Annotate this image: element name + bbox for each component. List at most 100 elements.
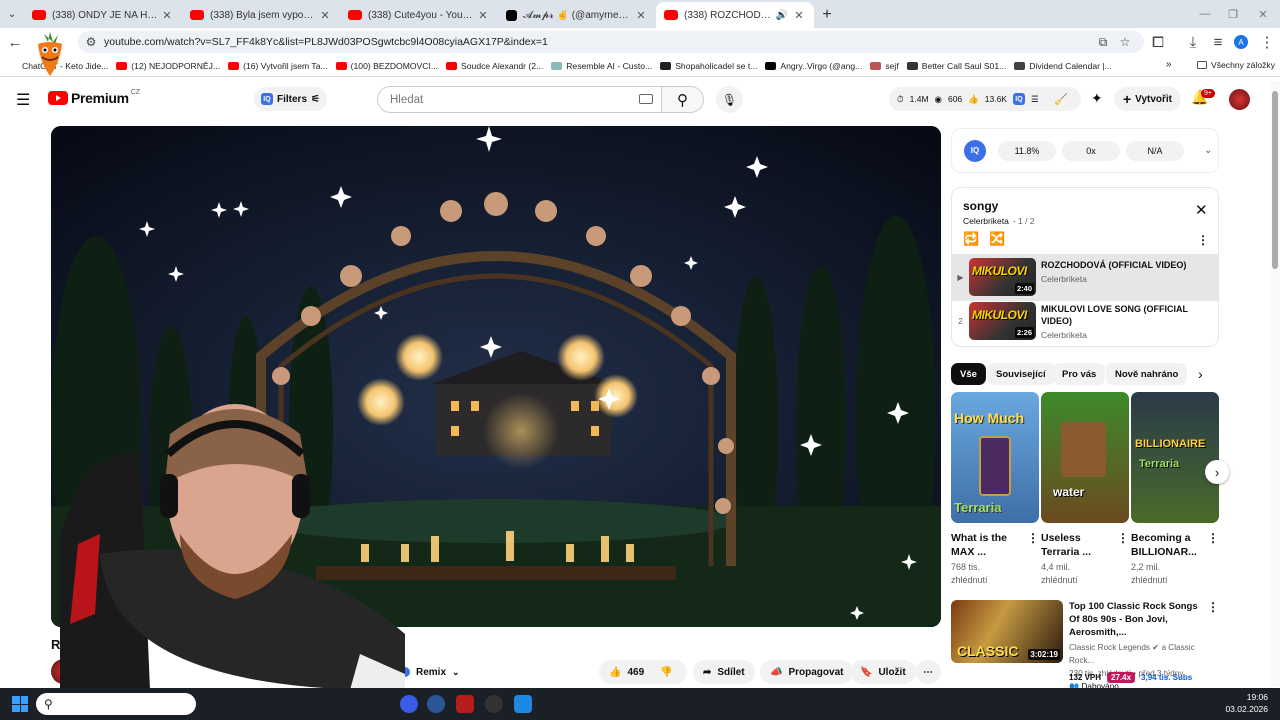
extensions-icon[interactable]: ⧠ [1145, 29, 1171, 55]
create-button[interactable]: + Vytvořit [1114, 87, 1181, 111]
app-icon-editor[interactable] [514, 695, 532, 713]
bookmark-item[interactable]: Soudce Alexandr (2... [446, 61, 543, 71]
chevron-down-icon[interactable]: ⌄ [1204, 145, 1212, 156]
bookmark-item[interactable]: (100) BEZDOMOVCI... [335, 61, 438, 71]
more-vertical-icon[interactable]: ⋮ [1027, 531, 1039, 545]
hamburger-menu-icon[interactable]: ☰ [16, 90, 30, 110]
youtube-play-logo-icon [48, 91, 68, 105]
more-bookmarks-icon[interactable]: » [1166, 59, 1172, 70]
search-input[interactable]: Hledat [377, 86, 662, 113]
close-window-icon[interactable]: ✕ [1246, 0, 1280, 28]
like-dislike-button[interactable]: 👍 469 👎 [599, 660, 687, 684]
bookmark-item[interactable]: Shopaholicadel se t... [660, 61, 757, 71]
chevron-down-icon[interactable]: ⌄ [452, 667, 460, 678]
iq-na: N/A [1126, 140, 1184, 161]
more-vertical-icon[interactable]: ⋮ [1117, 531, 1129, 545]
windows-start-icon[interactable] [12, 696, 28, 712]
bookmark-item[interactable]: (16) Vytvořil jsem Ta... [228, 61, 328, 71]
chip-all[interactable]: Vše [951, 363, 986, 385]
iq-logo-icon[interactable]: IQ [964, 139, 986, 162]
app-icon-chrome[interactable] [485, 695, 503, 713]
tab-search-chevron-icon[interactable]: ⌄ [0, 0, 24, 28]
new-tab-button[interactable]: + [814, 2, 840, 28]
downloads-icon[interactable]: ⤓ [1180, 29, 1206, 55]
restore-icon[interactable]: ❐ [1216, 0, 1250, 28]
playlist-item[interactable]: ▶ MIKULOVI 2:40 ROZCHODOVÁ (OFFICIAL VID… [952, 254, 1218, 301]
chip-related[interactable]: Související [987, 363, 1055, 385]
bookmark-item[interactable]: Resemble AI - Custo... [551, 61, 652, 71]
more-actions-button[interactable]: ⋯ [915, 660, 941, 684]
bookmark-item[interactable]: Angry..Virgo (@ang... [765, 61, 862, 71]
browser-tab-2[interactable]: (338) Byla jsem vypovídat na p ✕ [182, 2, 340, 28]
close-icon[interactable]: ✕ [1195, 201, 1208, 219]
short-card[interactable]: water Useless Terraria ... ⋮ 4,4 mil. zhl… [1041, 392, 1129, 587]
youtube-favicon-icon [116, 62, 128, 70]
remix-button[interactable]: Remix ⌄ [396, 660, 464, 684]
more-vertical-icon[interactable]: ⋮ [1207, 531, 1219, 545]
bookmark-item[interactable]: Better Call Saul S01... [906, 61, 1006, 71]
browser-tab-5-active[interactable]: (338) ROZCHODOVÁ (OFFIC 🔊 ✕ [656, 2, 814, 28]
save-button[interactable]: 🔖 Uložit [850, 660, 916, 684]
site-info-icon[interactable]: ⚙ [80, 31, 102, 53]
loop-icon[interactable]: 🔁 [963, 231, 979, 247]
keyboard-icon[interactable] [639, 94, 653, 104]
chip-for-you[interactable]: Pro vás [1053, 363, 1106, 385]
browser-tab-1[interactable]: (338) ONDY JE NA HLAVU? STA ✕ [24, 2, 182, 28]
tab-close-icon[interactable]: ✕ [634, 9, 648, 22]
browser-tab-4[interactable]: 𝓐𝓶𝓹𝓻 ✌ (@amyrnewaccout) ✕ [498, 2, 656, 28]
browser-tab-3[interactable]: (338) Cute4you - YouTube ✕ [340, 2, 498, 28]
tab-close-icon[interactable]: ✕ [476, 9, 490, 22]
profile-avatar-icon[interactable]: A [1234, 35, 1248, 49]
tab-title: (338) ROZCHODOVÁ (OFFIC [684, 9, 776, 21]
shuffle-icon[interactable]: 🔀 [989, 231, 1005, 247]
youtube-header: ☰ Premium CZ IQ Filters ⚟ Hledat ⚲ 🎙 ⏱ 1.… [0, 81, 1270, 119]
back-arrow-icon[interactable]: ← [2, 29, 28, 55]
short-card[interactable]: BILLIONAIRE Terraria Becoming a BILLIONA… [1131, 392, 1219, 587]
bookmark-item[interactable]: sejf [870, 61, 899, 71]
app-icon-discord[interactable] [400, 695, 418, 713]
page-scrollbar[interactable] [1270, 81, 1280, 687]
tab-close-icon[interactable]: ✕ [160, 9, 174, 22]
all-bookmarks-folder[interactable]: Všechny záložky [1197, 60, 1275, 70]
short-card[interactable]: How Much Terraria What is the MAX ... ⋮ 7… [951, 392, 1039, 587]
chip-recently-uploaded[interactable]: Nově nahráno [1106, 363, 1188, 385]
install-app-icon[interactable]: ⧉ [1092, 31, 1114, 53]
iq-logo-icon[interactable]: IQ [1012, 93, 1025, 105]
scrollbar-thumb[interactable] [1272, 91, 1278, 269]
playlist-channel[interactable]: Celerbriketa [963, 216, 1009, 226]
more-vertical-icon[interactable]: ⋮ [1207, 600, 1219, 614]
gamepad-icon[interactable]: ✦ [1091, 90, 1103, 107]
thumbs-up-icon[interactable]: 👍 [609, 667, 621, 678]
playlist-title[interactable]: songy [963, 199, 998, 213]
account-avatar[interactable] [1229, 89, 1250, 110]
taskbar-search[interactable]: ⚲ [36, 693, 196, 715]
recommended-video[interactable]: CLASSIC 3:02:19 Top 100 Classic Rock Son… [951, 600, 1219, 691]
tab-close-icon[interactable]: ✕ [318, 9, 332, 22]
speaker-icon[interactable]: 🔊 [776, 10, 788, 21]
address-bar[interactable]: ⚙ youtube.com/watch?v=SL7_FF4k8Yc&list=P… [78, 31, 1144, 53]
youtube-premium-logo[interactable]: Premium CZ [48, 89, 140, 106]
more-vertical-icon[interactable]: ⋮ [1197, 233, 1209, 247]
thumbs-down-icon[interactable]: 👎 [660, 667, 672, 678]
search-button[interactable]: ⚲ [661, 86, 704, 113]
media-control-icon[interactable]: ≡ [1205, 29, 1231, 55]
voice-search-button[interactable]: 🎙 [716, 86, 743, 113]
shorts-next-button[interactable]: › [1205, 460, 1229, 484]
promote-button[interactable]: 📣 Propagovat [760, 660, 854, 684]
tool-button[interactable]: 🧹 [1049, 87, 1073, 111]
bookmark-star-icon[interactable]: ☆ [1114, 31, 1136, 53]
bookmark-item[interactable]: (12) NEJODPORNĚJ... [116, 61, 220, 71]
app-icon-media[interactable] [456, 695, 474, 713]
list-settings-icon[interactable]: ☰ [1031, 94, 1039, 105]
browser-menu-icon[interactable]: ⋮ [1254, 29, 1280, 55]
recommended-channel[interactable]: Classic Rock Legends [1069, 643, 1150, 652]
share-button[interactable]: ➦ Sdílet [693, 660, 755, 684]
chips-next-icon[interactable]: › [1198, 366, 1203, 382]
like-icon: 👍 [968, 93, 979, 104]
taskbar-clock[interactable]: 19:06 03.02.2026 [1225, 691, 1268, 715]
app-icon-wordpress[interactable] [427, 695, 445, 713]
playlist-item[interactable]: 2 MIKULOVI 2:26 MIKULOVI LOVE SONG (OFFI… [952, 298, 1218, 345]
tab-close-icon[interactable]: ✕ [792, 9, 806, 22]
bookmark-item[interactable]: Dividend Calendar |... [1014, 61, 1112, 71]
filters-button[interactable]: IQ Filters ⚟ [254, 87, 327, 111]
